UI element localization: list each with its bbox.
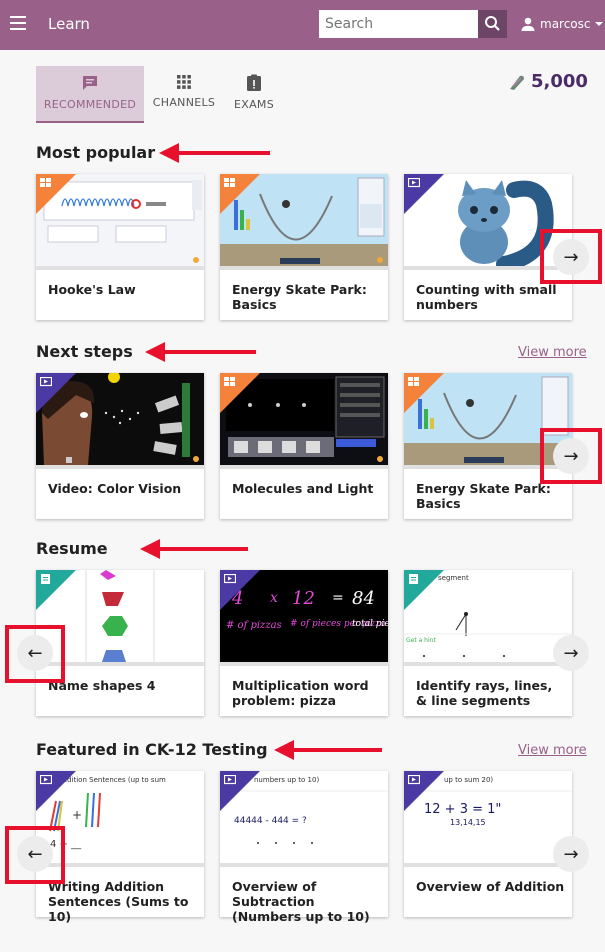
thumb-text: 84 bbox=[352, 588, 375, 609]
section-title: Most popular bbox=[36, 143, 156, 162]
progress-bar bbox=[404, 662, 572, 666]
thumb-text: Get a hint bbox=[406, 637, 436, 644]
tab-exams[interactable]: EXAMS bbox=[226, 66, 282, 123]
section-title: Next steps bbox=[36, 342, 133, 361]
video-icon bbox=[40, 377, 52, 387]
video-icon bbox=[224, 775, 236, 785]
view-more-link[interactable]: View more bbox=[518, 743, 587, 758]
tab-recommended[interactable]: RECOMMENDED bbox=[36, 66, 144, 123]
tab-label: CHANNELS bbox=[152, 96, 216, 109]
card-title: Molecules and Light bbox=[232, 481, 374, 496]
card-thumbnail bbox=[220, 174, 388, 266]
card-thumbnail: up to sum 20) 12 + 3 = 1" 13,14,15 bbox=[404, 771, 572, 863]
menu-icon[interactable] bbox=[10, 16, 26, 30]
search-icon bbox=[485, 16, 500, 31]
card-thumbnail bbox=[36, 174, 204, 266]
annotation-arrow bbox=[159, 143, 270, 163]
thumb-text: total pieces bbox=[352, 619, 388, 629]
card-title: Video: Color Vision bbox=[48, 481, 182, 496]
tab-channels[interactable]: CHANNELS bbox=[148, 66, 220, 123]
card-thumbnail bbox=[36, 373, 204, 465]
card-thumbnail bbox=[220, 373, 388, 465]
annotation-arrow bbox=[145, 342, 256, 362]
card-title: Multiplication word problem: pizza bbox=[232, 678, 369, 708]
user-menu[interactable]: marcosc bbox=[520, 16, 603, 32]
annotation-arrow bbox=[140, 539, 248, 559]
card-title: Counting with small numbers bbox=[416, 282, 557, 312]
view-more-link[interactable]: View more bbox=[518, 345, 587, 360]
app-bar: Learn marcosc bbox=[0, 0, 605, 50]
thumb-text: 13,14,15 bbox=[450, 818, 486, 827]
card-title: Hooke's Law bbox=[48, 282, 136, 297]
progress-bar bbox=[220, 465, 388, 469]
exams-icon bbox=[247, 74, 261, 91]
svg-text:=: = bbox=[332, 590, 344, 606]
progress-bar bbox=[220, 266, 388, 270]
points-display: 5,000 bbox=[508, 71, 588, 92]
recommended-icon bbox=[83, 76, 97, 90]
card-title: Identify rays, lines, & line segments bbox=[416, 678, 553, 708]
progress-bar bbox=[36, 465, 204, 469]
arrow-right-icon: → bbox=[563, 642, 579, 664]
section-title: Resume bbox=[36, 539, 108, 558]
card-thumbnail: 4 x 12 = 84 # of pizzas # of pieces per … bbox=[220, 570, 388, 662]
page-title: Learn bbox=[48, 15, 90, 33]
content-card[interactable]: Molecules and Light bbox=[220, 373, 388, 519]
points-value: 5,000 bbox=[531, 71, 588, 92]
content-card[interactable]: Hooke's Law bbox=[36, 174, 204, 320]
progress-bar bbox=[220, 863, 388, 867]
video-icon bbox=[40, 775, 52, 785]
user-icon bbox=[521, 17, 535, 31]
progress-bar bbox=[36, 266, 204, 270]
annotation-highlight-box bbox=[540, 229, 602, 284]
card-title: Writing Addition Sentences (Sums to 10) bbox=[48, 879, 189, 924]
card-title: Overview of Subtraction (Numbers up to 1… bbox=[232, 879, 370, 924]
arrow-right-icon: → bbox=[563, 843, 579, 865]
points-icon bbox=[510, 75, 524, 90]
card-title: Energy Skate Park: Basics bbox=[416, 481, 551, 511]
thumb-text: # of pizzas bbox=[226, 620, 282, 631]
video-icon bbox=[224, 574, 236, 584]
simulation-icon bbox=[408, 377, 419, 386]
content-card[interactable]: segment Get a hint Identify rays, lines,… bbox=[404, 570, 572, 716]
carousel-next-button[interactable]: → bbox=[553, 635, 589, 671]
thumb-text: 12 bbox=[292, 588, 315, 609]
card-title: Overview of Addition bbox=[416, 879, 565, 894]
tab-label: RECOMMENDED bbox=[43, 98, 137, 111]
video-icon bbox=[408, 775, 420, 785]
carousel-next-button[interactable]: → bbox=[553, 836, 589, 872]
content-card[interactable]: up to sum 20) 12 + 3 = 1" 13,14,15 Overv… bbox=[404, 771, 572, 917]
search-input[interactable] bbox=[319, 10, 478, 38]
username: marcosc bbox=[540, 17, 591, 31]
simulation-icon bbox=[40, 178, 51, 187]
section-title: Featured in CK-12 Testing bbox=[36, 740, 268, 759]
thumb-text: up to sum 20) bbox=[444, 776, 493, 784]
card-title: Energy Skate Park: Basics bbox=[232, 282, 367, 312]
card-thumbnail: segment Get a hint bbox=[404, 570, 572, 662]
annotation-arrow bbox=[274, 740, 382, 760]
progress-bar bbox=[404, 863, 572, 867]
progress-bar bbox=[220, 662, 388, 666]
exercise-icon bbox=[409, 574, 418, 584]
thumb-text: numbers up to 10) bbox=[254, 776, 319, 784]
video-icon bbox=[408, 178, 420, 188]
content-card[interactable]: numbers up to 10) 44444 - 444 = ? Overvi… bbox=[220, 771, 388, 924]
chevron-down-icon bbox=[594, 22, 603, 26]
content-card[interactable]: 4 x 12 = 84 # of pizzas # of pieces per … bbox=[220, 570, 388, 716]
simulation-icon bbox=[224, 178, 235, 187]
content-card[interactable]: Energy Skate Park: Basics bbox=[220, 174, 388, 320]
thumb-text: 44444 - 444 = ? bbox=[234, 816, 307, 826]
svg-text:x: x bbox=[270, 590, 278, 606]
content-card[interactable]: Video: Color Vision bbox=[36, 373, 204, 519]
tab-label: EXAMS bbox=[234, 98, 274, 111]
search-button[interactable] bbox=[478, 10, 507, 38]
annotation-highlight-box bbox=[5, 826, 65, 884]
annotation-highlight-box bbox=[540, 428, 602, 484]
exercise-icon bbox=[41, 574, 50, 584]
channels-icon bbox=[177, 75, 191, 89]
card-title: Name shapes 4 bbox=[48, 678, 156, 693]
simulation-icon bbox=[224, 377, 235, 386]
annotation-highlight-box bbox=[5, 625, 65, 683]
card-thumbnail: numbers up to 10) 44444 - 444 = ? bbox=[220, 771, 388, 863]
